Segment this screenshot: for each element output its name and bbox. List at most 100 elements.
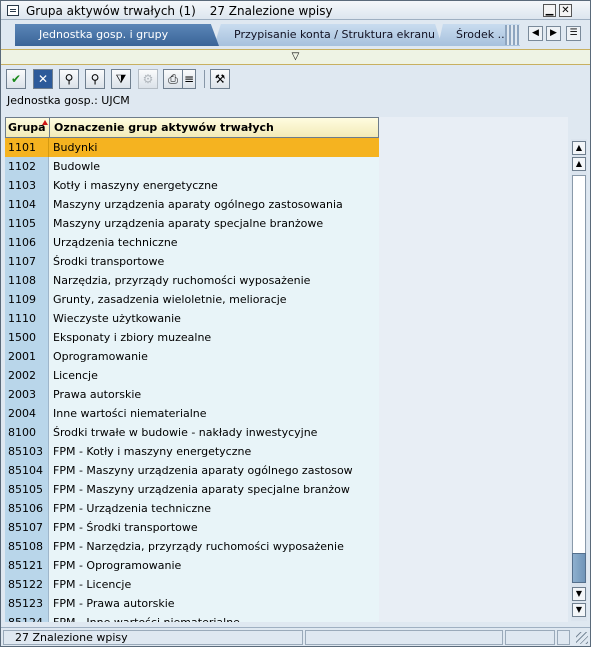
cell-group-code[interactable]: 85107 [5,518,49,537]
cell-group-code[interactable]: 1500 [5,328,49,347]
cell-group-name[interactable]: FPM - Maszyny urządzenia aparaty ogólneg… [49,461,379,480]
table-row[interactable]: 1108 Narzędzia, przyrządy ruchomości wypo… [5,271,379,290]
cell-group-name[interactable]: FPM - Inne wartości niematerialne [49,613,379,622]
cell-group-code[interactable]: 85108 [5,537,49,556]
cell-group-name[interactable]: FPM - Środki transportowe [49,518,379,537]
cell-group-name[interactable]: FPM - Narzędzia, przyrządy ruchomości wy… [49,537,379,556]
tools-icon[interactable]: ⚒ [210,69,230,89]
scroll-thumb[interactable] [572,553,586,583]
resize-grip-icon[interactable] [576,632,588,644]
table-row[interactable]: 2001 Oprogramowanie [5,347,379,366]
tab-przypisanie-konta[interactable]: Przypisanie konta / Struktura ekranu [214,24,442,46]
table-row[interactable]: 85121 FPM - Oprogramowanie [5,556,379,575]
table-row[interactable]: 1500 Eksponaty i zbiory muzealne [5,328,379,347]
cell-group-code[interactable]: 1109 [5,290,49,309]
checkmark-icon[interactable]: ✔ [6,69,26,89]
cell-group-name[interactable]: Licencje [49,366,379,385]
cell-group-code[interactable]: 2004 [5,404,49,423]
table-row[interactable]: 85124FPM - Inne wartości niematerialne [5,613,379,622]
cell-group-name[interactable]: Eksponaty i zbiory muzealne [49,328,379,347]
filter-icon[interactable]: ⧩ [111,69,131,89]
scroll-track[interactable] [572,175,586,583]
cell-group-name[interactable]: FPM - Maszyny urządzenia aparaty specjal… [49,480,379,499]
collapse-header-bar[interactable]: ▽ [1,49,590,65]
table-row[interactable]: 85123 FPM - Prawa autorskie [5,594,379,613]
cell-group-code[interactable]: 85106 [5,499,49,518]
cell-group-name[interactable]: Maszyny urządzenia aparaty specjalne bra… [49,214,379,233]
scroll-top-icon[interactable]: ▲ [572,141,586,155]
cell-group-code[interactable]: 8100 [5,423,49,442]
table-row[interactable]: 85107 FPM - Środki transportowe [5,518,379,537]
cell-group-name[interactable]: Środki transportowe [49,252,379,271]
cell-group-name[interactable]: Grunty, zasadzenia wieloletnie, meliorac… [49,290,379,309]
find-icon[interactable]: ⚲ [59,69,79,89]
cancel-icon[interactable]: ✕ [33,69,53,89]
cell-group-code[interactable]: 85123 [5,594,49,613]
cell-group-name[interactable]: Inne wartości niematerialne [49,404,379,423]
cell-group-name[interactable]: Budynki [49,138,379,157]
cell-group-code[interactable]: 1106 [5,233,49,252]
table-row[interactable]: 1110 Wieczyste użytkowanie [5,309,379,328]
cell-group-code[interactable]: 2002 [5,366,49,385]
cell-group-name[interactable]: FPM - Kotły i maszyny energetyczne [49,442,379,461]
scroll-bottom-icon[interactable]: ▼ [572,603,586,617]
cell-group-code[interactable]: 85105 [5,480,49,499]
cell-group-name[interactable]: Kotły i maszyny energetyczne [49,176,379,195]
table-row[interactable]: 1105 Maszyny urządzenia aparaty specjalne… [5,214,379,233]
print-icon[interactable]: ⎙ [163,69,183,89]
table-row[interactable]: 1101 Budynki [5,138,379,157]
cell-group-code[interactable]: 85124 [5,613,49,622]
column-header-oznaczenie[interactable]: Oznaczenie grup aktywów trwałych [49,117,379,138]
cell-group-code[interactable]: 2003 [5,385,49,404]
cell-group-name[interactable]: Prawa autorskie [49,385,379,404]
cell-group-name[interactable]: FPM - Oprogramowanie [49,556,379,575]
cell-group-code[interactable]: 1102 [5,157,49,176]
cell-group-code[interactable]: 85103 [5,442,49,461]
cell-group-code[interactable]: 1108 [5,271,49,290]
cell-group-code[interactable]: 2001 [5,347,49,366]
collapse-arrow-icon[interactable]: ▽ [292,51,300,62]
close-icon[interactable]: ✕ [559,4,572,17]
table-row[interactable]: 2002 Licencje [5,366,379,385]
table-row[interactable]: 1106 Urządzenia techniczne [5,233,379,252]
cell-group-name[interactable]: FPM - Prawa autorskie [49,594,379,613]
table-row[interactable]: 85105 FPM - Maszyny urządzenia aparaty sp… [5,480,379,499]
table-row[interactable]: 1102 Budowle [5,157,379,176]
scroll-page-up-icon[interactable]: ▲ [572,157,586,171]
cell-group-name[interactable]: Oprogramowanie [49,347,379,366]
cell-group-code[interactable]: 1104 [5,195,49,214]
notes-icon[interactable]: ≡ [182,69,196,89]
cell-group-name[interactable]: Narzędzia, przyrządy ruchomości wyposaże… [49,271,379,290]
minimize-icon[interactable]: ▁ [543,4,556,17]
cell-group-code[interactable]: 1105 [5,214,49,233]
table-row[interactable]: 1109 Grunty, zasadzenia wieloletnie, meli… [5,290,379,309]
cell-group-code[interactable]: 1110 [5,309,49,328]
table-row[interactable]: 1103 Kotły i maszyny energetyczne [5,176,379,195]
cell-group-code[interactable]: 1101 [5,138,49,157]
table-row[interactable]: 85108 FPM - Narzędzia, przyrządy ruchomoś… [5,537,379,556]
cell-group-name[interactable]: Wieczyste użytkowanie [49,309,379,328]
cell-group-name[interactable]: FPM - Urządzenia techniczne [49,499,379,518]
cell-group-code[interactable]: 85121 [5,556,49,575]
cell-group-code[interactable]: 1107 [5,252,49,271]
cell-group-code[interactable]: 1103 [5,176,49,195]
tab-list-icon[interactable]: ☰ [566,26,581,41]
tab-scroll-right-icon[interactable]: ▶ [546,26,561,41]
find-next-icon[interactable]: ⚲ [85,69,105,89]
table-row[interactable]: 85106 FPM - Urządzenia techniczne [5,499,379,518]
table-row[interactable]: 2003 Prawa autorskie [5,385,379,404]
table-row[interactable]: 1107 Środki transportowe [5,252,379,271]
cell-group-name[interactable]: Maszyny urządzenia aparaty ogólnego zast… [49,195,379,214]
table-row[interactable]: 85122 FPM - Licencje [5,575,379,594]
cell-group-code[interactable]: 85122 [5,575,49,594]
cell-group-name[interactable]: Środki trwałe w budowie - nakłady inwest… [49,423,379,442]
table-row[interactable]: 85103 FPM - Kotły i maszyny energetyczne [5,442,379,461]
tab-jednostka-gosp[interactable]: Jednostka gosp. i grupy [15,24,219,46]
cell-group-name[interactable]: Urządzenia techniczne [49,233,379,252]
cell-group-code[interactable]: 85104 [5,461,49,480]
scroll-page-down-icon[interactable]: ▼ [572,587,586,601]
table-row[interactable]: 8100 Środki trwałe w budowie - nakłady in… [5,423,379,442]
table-row[interactable]: 85104 FPM - Maszyny urządzenia aparaty og… [5,461,379,480]
table-row[interactable]: 1104 Maszyny urządzenia aparaty ogólnego … [5,195,379,214]
cell-group-name[interactable]: Budowle [49,157,379,176]
